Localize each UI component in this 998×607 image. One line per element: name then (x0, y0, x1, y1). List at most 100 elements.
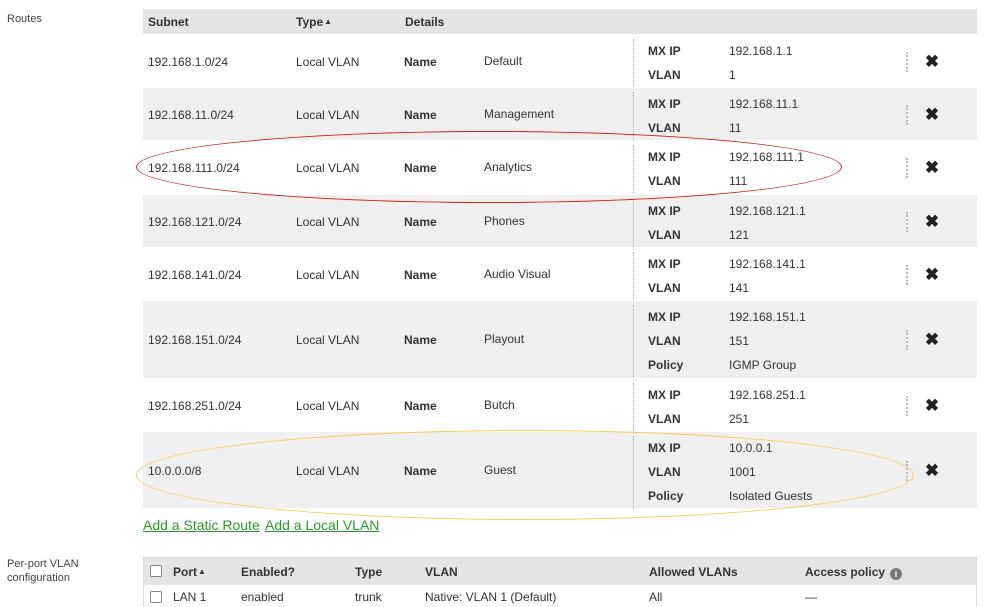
detail-line: MX IP 192.168.141.1 (634, 252, 894, 276)
detail-value: 10.0.0.1 (729, 441, 773, 455)
delete-route-icon[interactable]: ✖ (923, 331, 941, 349)
delete-route-icon[interactable]: ✖ (923, 266, 941, 284)
perport-section-label: Per-port VLAN configuration (7, 557, 79, 585)
detail-key: VLAN (648, 334, 681, 348)
detail-line: Policy IGMP Group (634, 353, 894, 377)
route-type: Local VLAN (296, 464, 360, 478)
enabled-column-header[interactable]: Enabled? (241, 565, 295, 579)
table-row[interactable]: 192.168.251.0/24 Local VLAN Name Butch MX IP… (143, 378, 977, 431)
route-subnet: 192.168.151.0/24 (148, 333, 242, 347)
detail-line: VLAN 251 (634, 407, 894, 431)
drag-handle-icon[interactable] (906, 105, 909, 125)
detail-value: 192.168.141.1 (729, 257, 806, 271)
add-static-route-link[interactable]: Add a Static Route (143, 517, 260, 533)
detail-key: VLAN (648, 412, 681, 426)
route-subnet: 192.168.121.0/24 (148, 215, 242, 229)
delete-route-icon[interactable]: ✖ (923, 159, 941, 177)
access-policy-column-header[interactable]: Access policy i (805, 565, 903, 580)
route-name-label: Name (404, 399, 437, 413)
port-allowed-vlans: All (649, 590, 663, 604)
detail-value: 151 (729, 334, 750, 348)
details-column-header: Details (405, 15, 445, 29)
route-details: MX IP 192.168.251.1 VLAN 251 (633, 383, 894, 431)
route-type: Local VLAN (296, 399, 360, 413)
detail-value: 11 (729, 121, 742, 135)
drag-handle-icon[interactable] (906, 158, 909, 178)
delete-route-icon[interactable]: ✖ (923, 397, 941, 415)
table-row[interactable]: 192.168.111.0/24 Local VLAN Name Analytics M… (143, 140, 977, 194)
select-all-checkbox[interactable] (150, 565, 162, 577)
delete-route-icon[interactable]: ✖ (923, 106, 941, 124)
detail-key: MX IP (648, 44, 681, 58)
drag-handle-icon[interactable] (906, 212, 909, 232)
table-row[interactable]: 192.168.1.0/24 Local VLAN Name Default MX IP… (143, 34, 977, 87)
detail-value: IGMP Group (729, 358, 797, 372)
route-details: MX IP 192.168.11.1 VLAN 11 (633, 92, 894, 140)
drag-handle-icon[interactable] (906, 265, 909, 285)
detail-line: Policy Isolated Guests (634, 484, 894, 508)
drag-handle-icon[interactable] (906, 461, 909, 481)
route-name: Guest (484, 463, 517, 477)
detail-value: 192.168.121.1 (729, 204, 806, 218)
route-type: Local VLAN (296, 108, 360, 122)
detail-key: MX IP (648, 150, 681, 164)
route-subnet: 10.0.0.0/8 (148, 464, 202, 478)
route-name-label: Name (404, 55, 437, 69)
route-name: Management (484, 107, 555, 121)
type-column-header[interactable]: Type▲ (296, 15, 332, 29)
delete-route-icon[interactable]: ✖ (923, 53, 941, 71)
route-name-label: Name (404, 268, 437, 282)
sort-ascending-icon: ▲ (198, 567, 206, 576)
detail-line: MX IP 192.168.121.1 (634, 199, 894, 223)
detail-value: Isolated Guests (729, 489, 813, 503)
route-name: Analytics (484, 160, 533, 174)
perport-label-line2: configuration (7, 572, 70, 584)
table-row[interactable]: 192.168.11.0/24 Local VLAN Name Management M… (143, 87, 977, 140)
table-row[interactable]: 192.168.141.0/24 Local VLAN Name Audio Visu… (143, 247, 977, 300)
route-type: Local VLAN (296, 161, 360, 175)
detail-key: VLAN (648, 68, 681, 82)
table-row[interactable]: LAN 1 enabled trunk Native: VLAN 1 (Defa… (144, 585, 976, 607)
detail-value: 192.168.111.1 (729, 150, 804, 164)
routes-table-body: 192.168.1.0/24 Local VLAN Name Default MX IP… (143, 34, 977, 508)
route-name: Phones (484, 214, 525, 228)
port-name: LAN 1 (173, 590, 207, 604)
detail-key: Policy (648, 358, 684, 372)
port-column-header[interactable]: Port▲ (173, 565, 206, 579)
routes-table-header: Subnet Type▲ Details (143, 9, 977, 34)
add-local-vlan-link[interactable]: Add a Local VLAN (265, 517, 379, 533)
table-row[interactable]: 192.168.151.0/24 Local VLAN Name Playout MX … (143, 300, 977, 378)
detail-value: 111 (729, 174, 748, 188)
detail-value: 121 (729, 228, 750, 242)
table-row[interactable]: 192.168.121.0/24 Local VLAN Name Phones MX I… (143, 194, 977, 247)
detail-key: VLAN (648, 281, 681, 295)
port-header-label: Port (173, 565, 197, 579)
drag-handle-icon[interactable] (906, 330, 909, 350)
detail-line: VLAN 1 (634, 63, 894, 87)
drag-handle-icon[interactable] (906, 52, 909, 72)
delete-route-icon[interactable]: ✖ (923, 462, 941, 480)
route-subnet: 192.168.1.0/24 (148, 55, 229, 69)
delete-route-icon[interactable]: ✖ (923, 213, 941, 231)
detail-line: VLAN 151 (634, 329, 894, 353)
table-row[interactable]: 10.0.0.0/8 Local VLAN Name Guest MX IP 10.0.0… (143, 431, 977, 508)
type-column-header[interactable]: Type (355, 565, 382, 579)
port-enabled: enabled (241, 590, 284, 604)
route-details: MX IP 10.0.0.1 VLAN 1001 Policy Isolated Gues… (633, 436, 894, 508)
info-icon[interactable]: i (890, 568, 903, 580)
detail-line: VLAN 11 (634, 116, 894, 140)
detail-key: MX IP (648, 257, 681, 271)
detail-line: VLAN 1001 (634, 460, 894, 484)
detail-key: MX IP (648, 97, 681, 111)
allowed-vlans-column-header[interactable]: Allowed VLANs (649, 565, 738, 579)
drag-handle-icon[interactable] (906, 396, 909, 416)
vlan-column-header[interactable]: VLAN (425, 565, 458, 579)
route-details: MX IP 192.168.151.1 VLAN 151 Policy IGMP Grou… (633, 305, 894, 377)
subnet-column-header[interactable]: Subnet (148, 15, 189, 29)
detail-value: 141 (729, 281, 750, 295)
row-checkbox[interactable] (150, 591, 162, 603)
detail-value: 192.168.251.1 (729, 388, 806, 402)
routes-table: Subnet Type▲ Details 192.168.1.0/24 Local… (143, 9, 977, 508)
detail-key: VLAN (648, 121, 681, 135)
detail-line: MX IP 192.168.251.1 (634, 383, 894, 407)
